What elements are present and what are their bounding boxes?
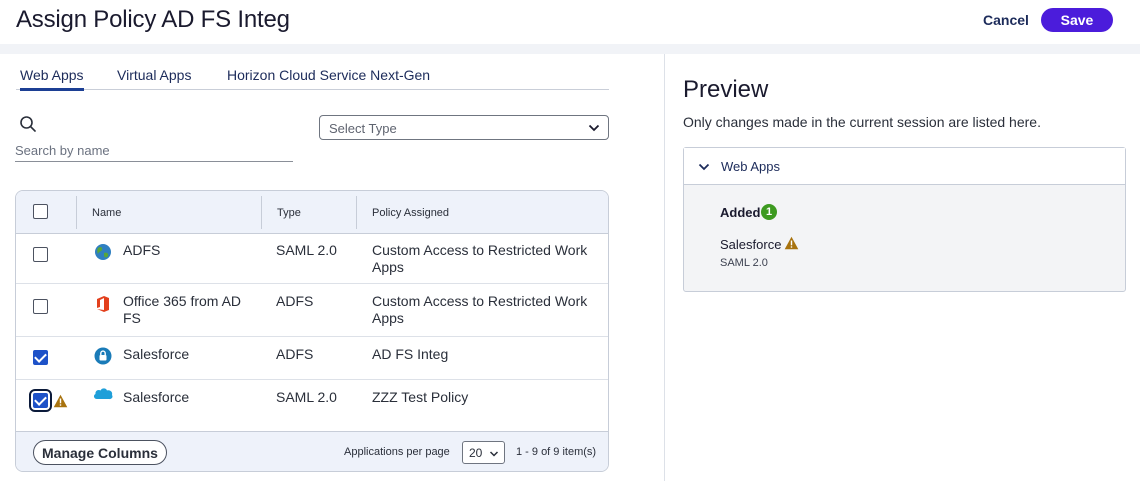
row-checkbox[interactable] <box>33 350 48 365</box>
save-button[interactable]: Save <box>1041 8 1113 32</box>
select-all-checkbox[interactable] <box>33 204 48 219</box>
tab-horizon-cloud[interactable]: Horizon Cloud Service Next-Gen <box>227 67 430 83</box>
app-name: Salesforce <box>123 346 190 362</box>
policy-assigned: ZZZ Test Policy <box>372 389 469 405</box>
policy-assigned: Apps <box>372 259 404 275</box>
page-title: Assign Policy AD FS Integ <box>16 6 290 33</box>
type-select[interactable]: Select Type <box>319 115 609 140</box>
office-icon <box>97 296 109 312</box>
app-type: SAML 2.0 <box>276 389 337 405</box>
preview-app-name: Salesforce <box>720 237 782 252</box>
policy-assigned: Custom Access to Restricted Work <box>372 293 588 309</box>
table-row[interactable]: Salesforce SAML 2.0 ZZZ Test Policy <box>16 380 608 431</box>
per-page-value: 20 <box>469 446 483 460</box>
added-label: Added <box>720 205 761 220</box>
row-checkbox[interactable] <box>33 247 48 262</box>
type-select-label: Select Type <box>329 121 397 136</box>
column-header-policy[interactable]: Policy Assigned <box>372 207 449 219</box>
chevron-down-icon <box>489 451 499 457</box>
column-header-type[interactable]: Type <box>277 207 301 219</box>
preview-section-title: Web Apps <box>721 159 781 174</box>
salesforce-cloud-icon <box>93 388 113 400</box>
apps-table: Name Type Policy Assigned ADFS SAML 2.0 … <box>15 190 609 472</box>
table-footer: Manage Columns Applications per page 20 … <box>16 431 608 471</box>
row-checkbox[interactable] <box>29 389 52 412</box>
column-separator <box>261 196 262 229</box>
chevron-down-icon <box>698 163 710 171</box>
search-input[interactable] <box>15 140 293 162</box>
app-name: Office 365 from AD <box>123 293 242 309</box>
per-page-select[interactable]: 20 <box>462 441 505 464</box>
per-page-label: Applications per page <box>344 446 450 458</box>
app-name: FS <box>123 310 141 326</box>
manage-columns-button[interactable]: Manage Columns <box>33 440 167 465</box>
preview-app-type: SAML 2.0 <box>720 257 768 269</box>
table-row[interactable]: Salesforce ADFS AD FS Integ <box>16 337 608 380</box>
preview-title: Preview <box>683 76 769 103</box>
page-header: Assign Policy AD FS Integ Cancel Save <box>0 0 1140 44</box>
policy-assigned: Custom Access to Restricted Work <box>372 242 588 258</box>
app-type: ADFS <box>276 346 314 362</box>
app-type: ADFS <box>276 293 314 309</box>
tab-virtual-apps[interactable]: Virtual Apps <box>117 67 191 83</box>
tab-web-apps[interactable]: Web Apps <box>20 67 84 91</box>
globe-icon <box>95 244 111 260</box>
policy-assigned: AD FS Integ <box>372 346 449 362</box>
app-name: Salesforce <box>123 389 190 405</box>
tab-bar: Web Apps Virtual Apps Horizon Cloud Serv… <box>16 60 609 91</box>
lock-icon <box>94 347 112 365</box>
pagination-text: 1 - 9 of 9 item(s) <box>516 446 597 458</box>
search-icon <box>20 116 36 132</box>
header-divider-band <box>0 44 1140 54</box>
warning-icon <box>53 394 68 408</box>
chevron-down-icon <box>588 124 600 132</box>
preview-subtitle: Only changes made in the current session… <box>683 114 1041 130</box>
column-separator <box>76 196 77 229</box>
preview-section-header[interactable]: Web Apps <box>684 148 1125 185</box>
panel-divider <box>664 54 665 481</box>
row-checkbox[interactable] <box>33 299 48 314</box>
policy-assigned: Apps <box>372 310 404 326</box>
warning-icon <box>784 236 799 250</box>
added-count-badge: 1 <box>761 204 777 220</box>
cancel-button[interactable]: Cancel <box>983 12 1029 28</box>
app-name: ADFS <box>123 242 161 258</box>
table-row[interactable]: Office 365 from AD FS ADFS Custom Access… <box>16 284 608 337</box>
column-header-name[interactable]: Name <box>92 207 121 219</box>
app-type: SAML 2.0 <box>276 242 337 258</box>
table-header: Name Type Policy Assigned <box>16 191 608 234</box>
column-separator <box>356 196 357 229</box>
preview-section: Web Apps Added 1 Salesforce SAML 2.0 <box>683 147 1126 292</box>
table-row[interactable]: ADFS SAML 2.0 Custom Access to Restricte… <box>16 234 608 284</box>
